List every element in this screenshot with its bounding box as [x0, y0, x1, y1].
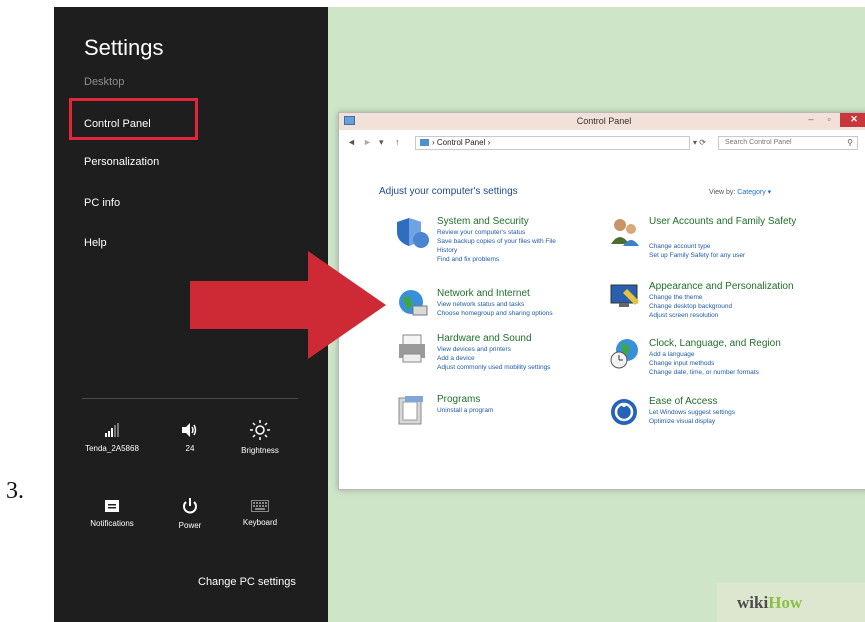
settings-item-pc-info[interactable]: PC info — [84, 197, 120, 209]
tile-network-label: Tenda_2A5868 — [85, 444, 139, 453]
clock-language-link[interactable]: Add a language — [649, 351, 695, 358]
keyboard-icon — [251, 500, 269, 512]
page-heading: Adjust your computer's settings — [379, 186, 518, 197]
search-icon[interactable]: ⚲ — [847, 137, 853, 149]
clock-language-link[interactable]: Change input methods — [649, 360, 714, 367]
speaker-icon — [182, 423, 197, 437]
address-text: › Control Panel › — [432, 138, 491, 147]
recent-locations-button[interactable]: ▾ — [379, 137, 384, 148]
address-bar-row: ◄ ► ▾ ↑ › Control Panel › ▾ ⟳ Search Con… — [339, 133, 865, 155]
monitor-icon — [610, 284, 639, 307]
wikihow-logo-how: How — [768, 593, 803, 612]
settings-item-desktop[interactable]: Desktop — [84, 76, 124, 88]
wikihow-logo-wiki: wiki — [737, 593, 769, 612]
clock-language-title[interactable]: Clock, Language, and Region — [649, 338, 781, 349]
tile-volume-label: 24 — [185, 444, 195, 453]
users-icon — [611, 219, 639, 246]
ease-of-access-icon — [611, 399, 637, 425]
tile-power[interactable]: Power — [154, 497, 226, 530]
view-by-label: View by: — [709, 189, 736, 196]
window-title: Control Panel — [576, 116, 632, 126]
programs-title[interactable]: Programs — [437, 394, 480, 405]
clock-language-link[interactable]: Change date, time, or number formats — [649, 369, 759, 376]
up-button[interactable]: ↑ — [395, 137, 400, 147]
view-by-dropdown[interactable]: Category ▾ — [737, 189, 771, 196]
shield-icon — [397, 218, 429, 248]
user-accounts-link[interactable]: Change account type — [649, 243, 710, 250]
power-icon — [183, 498, 197, 514]
sun-icon — [250, 420, 270, 440]
wikihow-logo: wikiHow — [737, 593, 802, 613]
network-internet-link[interactable]: View network status and tasks — [437, 301, 524, 308]
system-security-title[interactable]: System and Security — [437, 216, 529, 227]
settings-item-control-panel[interactable]: Control Panel — [84, 118, 151, 130]
hardware-sound-title[interactable]: Hardware and Sound — [437, 333, 532, 344]
programs-icon — [398, 396, 423, 425]
hardware-sound-link[interactable]: View devices and printers — [437, 346, 511, 353]
tile-notifications-label: Notifications — [90, 519, 134, 528]
user-accounts-title[interactable]: User Accounts and Family Safety — [649, 216, 799, 228]
system-security-link[interactable]: Find and fix problems — [437, 256, 499, 263]
system-security-link[interactable]: Save backup copies of your files with Fi… — [437, 238, 556, 245]
forward-button[interactable]: ► — [363, 137, 372, 147]
appearance-title[interactable]: Appearance and Personalization — [649, 281, 794, 292]
ease-of-access-link[interactable]: Let Windows suggest settings — [649, 409, 735, 416]
back-button[interactable]: ◄ — [347, 137, 356, 147]
tile-power-label: Power — [178, 521, 202, 530]
system-security-link[interactable]: History — [437, 247, 457, 254]
address-box[interactable]: › Control Panel › — [415, 136, 690, 150]
settings-item-help[interactable]: Help — [84, 237, 107, 249]
notifications-icon — [105, 500, 119, 512]
clock-globe-icon — [610, 339, 638, 369]
refresh-button[interactable]: ▾ ⟳ — [693, 138, 706, 147]
network-bars-icon — [105, 423, 119, 437]
search-placeholder: Search Control Panel — [725, 139, 792, 146]
tile-keyboard[interactable]: Keyboard — [224, 500, 296, 527]
maximize-button[interactable]: ▫ — [820, 113, 838, 127]
appearance-link[interactable]: Adjust screen resolution — [649, 312, 718, 319]
title-bar[interactable]: Control Panel – ▫ ✕ — [339, 113, 865, 130]
hardware-sound-link[interactable]: Adjust commonly used mobility settings — [437, 364, 550, 371]
control-panel-address-icon — [420, 139, 429, 147]
network-internet-link[interactable]: Choose homegroup and sharing options — [437, 310, 553, 317]
search-input[interactable]: Search Control Panel ⚲ — [718, 136, 858, 150]
ease-of-access-title[interactable]: Ease of Access — [649, 396, 717, 407]
close-button[interactable]: ✕ — [840, 113, 865, 127]
appearance-link[interactable]: Change the theme — [649, 294, 702, 301]
wikihow-watermark: wikiHow — [717, 583, 865, 622]
control-panel-window: Control Panel – ▫ ✕ ◄ ► ▾ ↑ › Control Pa… — [338, 112, 865, 490]
system-security-link[interactable]: Review your computer's status — [437, 229, 525, 236]
settings-item-personalization[interactable]: Personalization — [84, 156, 159, 168]
printer-icon — [399, 334, 425, 363]
settings-divider — [82, 398, 298, 399]
network-globe-icon — [399, 290, 428, 316]
tile-keyboard-label: Keyboard — [242, 518, 278, 527]
appearance-link[interactable]: Change desktop background — [649, 303, 732, 310]
tile-brightness[interactable]: Brightness — [224, 420, 296, 455]
settings-title: Settings — [84, 35, 164, 60]
user-accounts-title-text: User Accounts and Family Safety — [649, 216, 797, 227]
user-accounts-link[interactable]: Set up Family Safety for any user — [649, 252, 745, 259]
ease-of-access-link[interactable]: Optimize visual display — [649, 418, 715, 425]
programs-link[interactable]: Uninstall a program — [437, 407, 493, 414]
arrow-icon — [190, 251, 386, 359]
view-by: View by: Category ▾ — [709, 188, 771, 196]
tile-volume[interactable]: 24 — [154, 422, 226, 453]
tile-network[interactable]: Tenda_2A5868 — [76, 422, 148, 453]
network-internet-title[interactable]: Network and Internet — [437, 288, 530, 299]
change-pc-settings-link[interactable]: Change PC settings — [198, 576, 296, 588]
step-number: 3. — [6, 478, 24, 504]
hardware-sound-link[interactable]: Add a device — [437, 355, 475, 362]
tile-notifications[interactable]: Notifications — [76, 499, 148, 528]
minimize-button[interactable]: – — [802, 113, 820, 127]
tile-brightness-label: Brightness — [241, 446, 279, 455]
screenshot-frame: Settings Desktop Control Panel Personali… — [54, 7, 865, 622]
